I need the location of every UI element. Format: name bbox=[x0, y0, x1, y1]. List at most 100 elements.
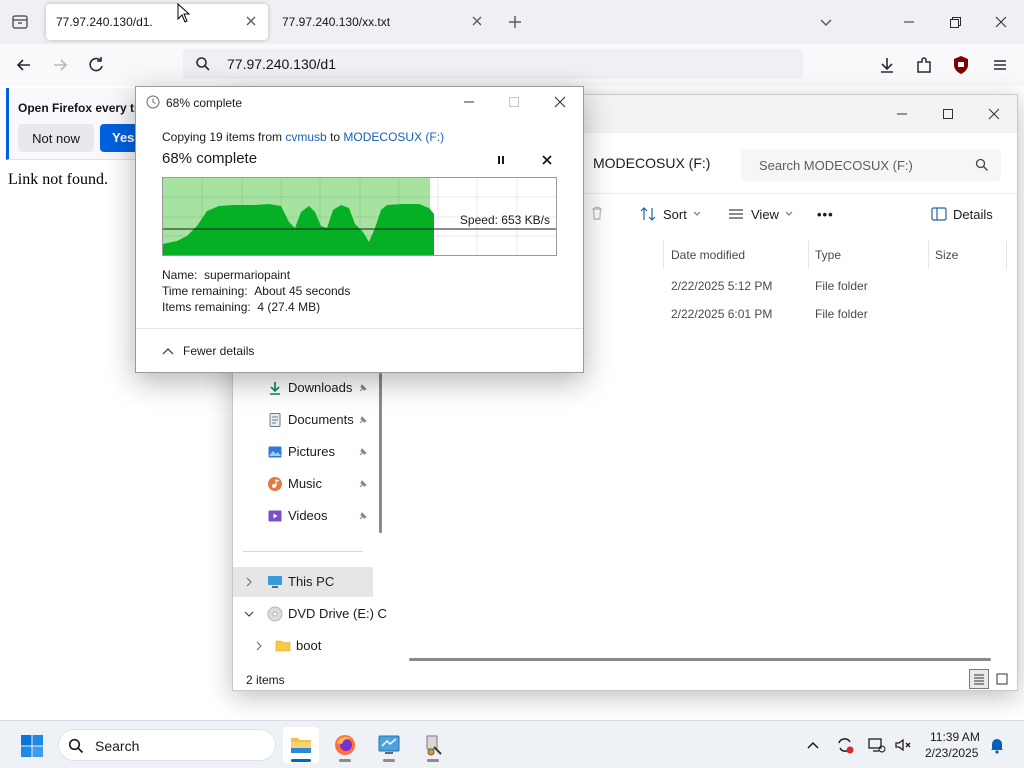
extensions-icon[interactable] bbox=[913, 54, 935, 76]
chevron-right-icon[interactable] bbox=[243, 576, 255, 588]
nav-item-music[interactable]: Music bbox=[233, 469, 373, 499]
detail-items: Items remaining: 4 (27.4 MB) bbox=[162, 299, 350, 315]
nav-item-videos[interactable]: Videos bbox=[233, 501, 373, 531]
close-icon[interactable] bbox=[551, 93, 569, 111]
search-icon bbox=[975, 158, 988, 171]
minimize-icon[interactable] bbox=[897, 10, 921, 34]
notification-text: Open Firefox every ti bbox=[18, 101, 138, 115]
chevron-up-icon bbox=[162, 348, 174, 355]
status-bar: 2 items bbox=[233, 667, 1017, 691]
taskbar-installer[interactable] bbox=[415, 727, 451, 763]
chevron-down-icon bbox=[693, 211, 701, 216]
name-value: supermariopaint bbox=[204, 268, 291, 282]
clock-time[interactable]: 11:39 AM bbox=[930, 730, 980, 744]
address-location[interactable]: MODECOSUX (F:) bbox=[593, 155, 710, 171]
column-divider[interactable] bbox=[663, 241, 664, 269]
tab-xx-txt[interactable]: 77.97.240.130/xx.txt bbox=[272, 4, 494, 40]
restore-icon[interactable] bbox=[943, 10, 967, 34]
horizontal-scrollbar[interactable] bbox=[409, 658, 991, 661]
pin-icon bbox=[359, 384, 367, 392]
sync-icon[interactable] bbox=[835, 735, 855, 755]
nav-label: boot bbox=[296, 638, 322, 653]
chevron-down-icon[interactable] bbox=[243, 608, 255, 620]
column-type[interactable]: Type bbox=[815, 248, 841, 276]
details-pane-button[interactable]: Details bbox=[931, 204, 993, 224]
not-now-button[interactable]: Not now bbox=[18, 124, 94, 152]
reload-icon[interactable] bbox=[85, 54, 107, 76]
tiles-view-button[interactable] bbox=[992, 669, 1012, 689]
more-options-button[interactable]: ••• bbox=[817, 204, 834, 224]
nav-item-documents[interactable]: Documents bbox=[233, 405, 373, 435]
taskbar-firefox[interactable] bbox=[327, 727, 363, 763]
nav-scrollbar[interactable] bbox=[379, 373, 382, 533]
close-icon[interactable] bbox=[989, 10, 1013, 34]
ublock-shield-icon[interactable] bbox=[950, 54, 972, 76]
cancel-copy-icon[interactable] bbox=[540, 153, 554, 167]
nav-item-downloads[interactable]: Downloads bbox=[233, 373, 373, 403]
view-button[interactable]: View bbox=[727, 204, 793, 224]
close-icon[interactable] bbox=[244, 14, 258, 28]
taskbar-file-explorer[interactable] bbox=[283, 727, 319, 763]
firefox-view-icon[interactable] bbox=[10, 12, 30, 32]
new-tab-icon[interactable] bbox=[505, 12, 525, 32]
column-divider[interactable] bbox=[1006, 241, 1007, 269]
forward-icon[interactable] bbox=[49, 54, 71, 76]
nav-item-this-pc[interactable]: This PC bbox=[233, 567, 373, 597]
nav-item-boot[interactable]: boot bbox=[233, 631, 373, 661]
explorer-search-input[interactable]: Search MODECOSUX (F:) bbox=[741, 149, 1001, 181]
url-bar[interactable]: 77.97.240.130/d1 bbox=[183, 49, 803, 79]
sort-icon bbox=[640, 207, 656, 221]
running-indicator bbox=[339, 759, 351, 762]
pause-icon[interactable] bbox=[494, 153, 508, 167]
sort-button[interactable]: Sort bbox=[639, 204, 701, 224]
delete-icon[interactable] bbox=[589, 205, 605, 221]
chevron-down-icon bbox=[785, 211, 793, 216]
dialog-separator bbox=[136, 328, 583, 329]
row-type: File folder bbox=[815, 307, 868, 321]
menu-icon[interactable] bbox=[989, 54, 1011, 76]
fewer-details-button[interactable]: Fewer details bbox=[162, 344, 254, 358]
close-icon[interactable] bbox=[983, 103, 1005, 125]
close-icon[interactable] bbox=[470, 14, 484, 28]
column-divider[interactable] bbox=[808, 241, 809, 269]
nav-item-dvd-drive[interactable]: DVD Drive (E:) C bbox=[233, 599, 387, 629]
taskbar-search-box[interactable]: Search bbox=[58, 729, 276, 761]
pin-icon bbox=[359, 480, 367, 488]
copy-details: Name: supermariopaint Time remaining: Ab… bbox=[162, 267, 350, 315]
minimize-icon[interactable] bbox=[891, 103, 913, 125]
items-label: Items remaining: bbox=[162, 300, 251, 314]
details-view-button[interactable] bbox=[969, 669, 989, 689]
minimize-icon[interactable] bbox=[460, 93, 478, 111]
column-size[interactable]: Size bbox=[935, 248, 958, 276]
folder-icon bbox=[291, 738, 311, 753]
maximize-icon[interactable] bbox=[937, 103, 959, 125]
dialog-title-bar: 68% complete bbox=[136, 87, 583, 117]
url-text: 77.97.240.130/d1 bbox=[227, 56, 336, 72]
destination-link[interactable]: MODECOSUX (F:) bbox=[343, 130, 444, 144]
back-icon[interactable] bbox=[13, 54, 35, 76]
download-arrow-icon bbox=[270, 382, 280, 395]
windows-start-icon[interactable] bbox=[20, 734, 44, 758]
source-link[interactable]: cvmusb bbox=[285, 130, 326, 144]
downloads-icon[interactable] bbox=[876, 54, 898, 76]
folder-icon bbox=[275, 640, 291, 652]
detail-name: Name: supermariopaint bbox=[162, 267, 350, 283]
tab-d1[interactable]: 77.97.240.130/d1. bbox=[46, 4, 268, 40]
taskbar-control-panel[interactable] bbox=[371, 727, 407, 763]
browser-nav-bar: 77.97.240.130/d1 bbox=[0, 44, 1024, 86]
clock-date[interactable]: 2/23/2025 bbox=[925, 746, 978, 760]
monitor-icon bbox=[268, 576, 282, 588]
chevron-right-icon[interactable] bbox=[253, 640, 265, 652]
chevron-down-icon[interactable] bbox=[816, 12, 836, 32]
detail-time: Time remaining: About 45 seconds bbox=[162, 283, 350, 299]
column-divider[interactable] bbox=[928, 241, 929, 269]
sort-label: Sort bbox=[663, 206, 687, 222]
row-date: 2/22/2025 6:01 PM bbox=[671, 307, 773, 321]
chevron-up-icon[interactable] bbox=[803, 735, 823, 755]
nav-item-pictures[interactable]: Pictures bbox=[233, 437, 373, 467]
column-date-modified[interactable]: Date modified bbox=[671, 248, 745, 276]
speaker-muted-icon[interactable] bbox=[893, 735, 913, 755]
running-indicator bbox=[427, 759, 439, 762]
notification-bell-icon[interactable] bbox=[987, 735, 1007, 755]
network-icon[interactable] bbox=[866, 735, 886, 755]
